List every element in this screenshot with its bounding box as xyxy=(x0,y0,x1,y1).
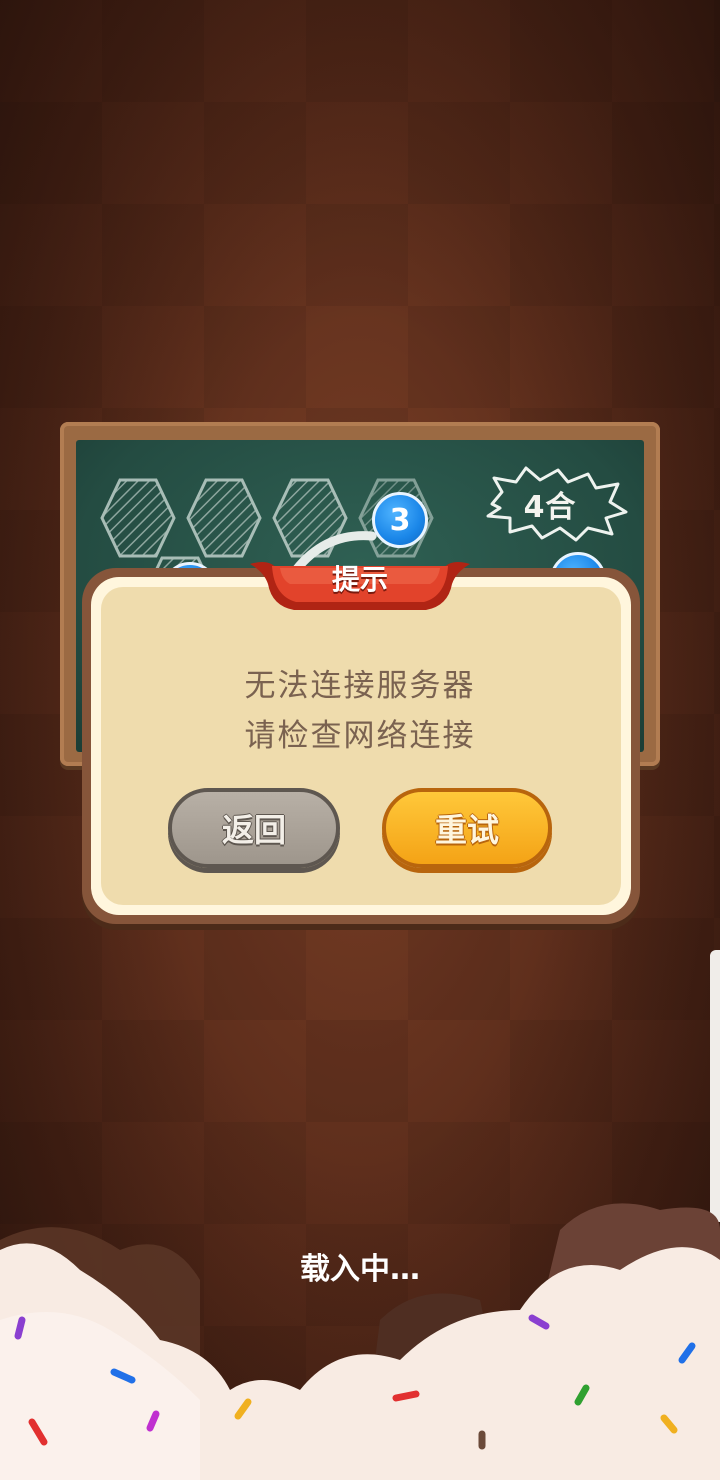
retry-button-label: 重试 xyxy=(434,811,499,849)
number-bubble[interactable]: 3 xyxy=(372,492,428,548)
back-button[interactable]: 返回 xyxy=(168,788,340,868)
dialog-message-line2: 请检查网络连接 xyxy=(244,718,476,754)
dialog-message-line1: 无法连接服务器 xyxy=(244,668,476,704)
moves-badge-label: 4合 xyxy=(523,490,577,525)
frosting-clouds xyxy=(0,1203,720,1480)
loading-text: 载入中… xyxy=(300,1252,420,1287)
hex-cell xyxy=(186,478,262,558)
dialog-title: 提示 xyxy=(331,563,388,596)
edge-panel-handle[interactable] xyxy=(710,950,720,1222)
back-button-label: 返回 xyxy=(221,811,286,849)
hex-cell xyxy=(100,478,176,558)
retry-button[interactable]: 重试 xyxy=(382,788,552,868)
